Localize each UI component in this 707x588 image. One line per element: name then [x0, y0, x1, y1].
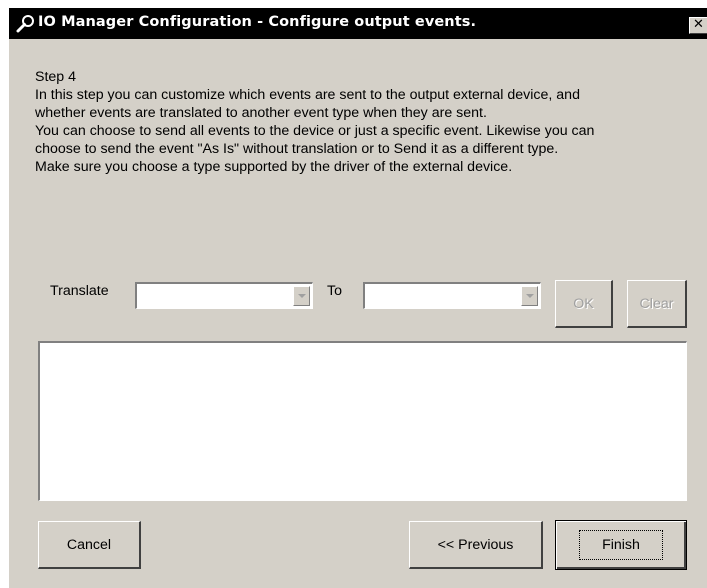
- finish-button-label: Finish: [579, 530, 663, 560]
- instructions: Step 4 In this step you can customize wh…: [35, 68, 705, 176]
- title-bar[interactable]: IO Manager Configuration - Configure out…: [9, 8, 707, 39]
- previous-button-label: << Previous: [437, 536, 514, 553]
- cancel-button[interactable]: Cancel: [38, 521, 141, 569]
- cancel-button-label: Cancel: [66, 536, 112, 553]
- clear-button[interactable]: Clear: [627, 280, 687, 328]
- instruction-line: choose to send the event "As Is" without…: [35, 141, 559, 157]
- step-heading: Step 4: [35, 69, 77, 85]
- to-label: To: [327, 283, 342, 299]
- ok-button-label: OK: [573, 295, 594, 312]
- translate-to-dropdown[interactable]: [363, 282, 541, 309]
- previous-button[interactable]: << Previous: [409, 521, 543, 569]
- instruction-line: whether events are translated to another…: [35, 105, 487, 121]
- instruction-line: You can choose to send all events to the…: [35, 123, 595, 139]
- finish-button[interactable]: Finish: [555, 520, 687, 570]
- ok-button[interactable]: OK: [555, 280, 613, 328]
- instruction-line: Make sure you choose a type supported by…: [35, 159, 513, 175]
- chevron-down-icon[interactable]: [521, 286, 538, 306]
- close-button[interactable]: ✕: [689, 17, 707, 34]
- chevron-down-icon[interactable]: [293, 286, 310, 306]
- clear-button-label: Clear: [639, 295, 674, 312]
- events-list[interactable]: [38, 341, 687, 501]
- translate-from-dropdown[interactable]: [135, 282, 313, 309]
- translate-label: Translate: [50, 283, 109, 299]
- close-icon: ✕: [693, 17, 704, 32]
- instruction-line: In this step you can customize which eve…: [35, 87, 580, 103]
- dialog-window: IO Manager Configuration - Configure out…: [8, 7, 707, 588]
- wrench-icon: [16, 15, 34, 33]
- window-title: IO Manager Configuration - Configure out…: [38, 14, 477, 30]
